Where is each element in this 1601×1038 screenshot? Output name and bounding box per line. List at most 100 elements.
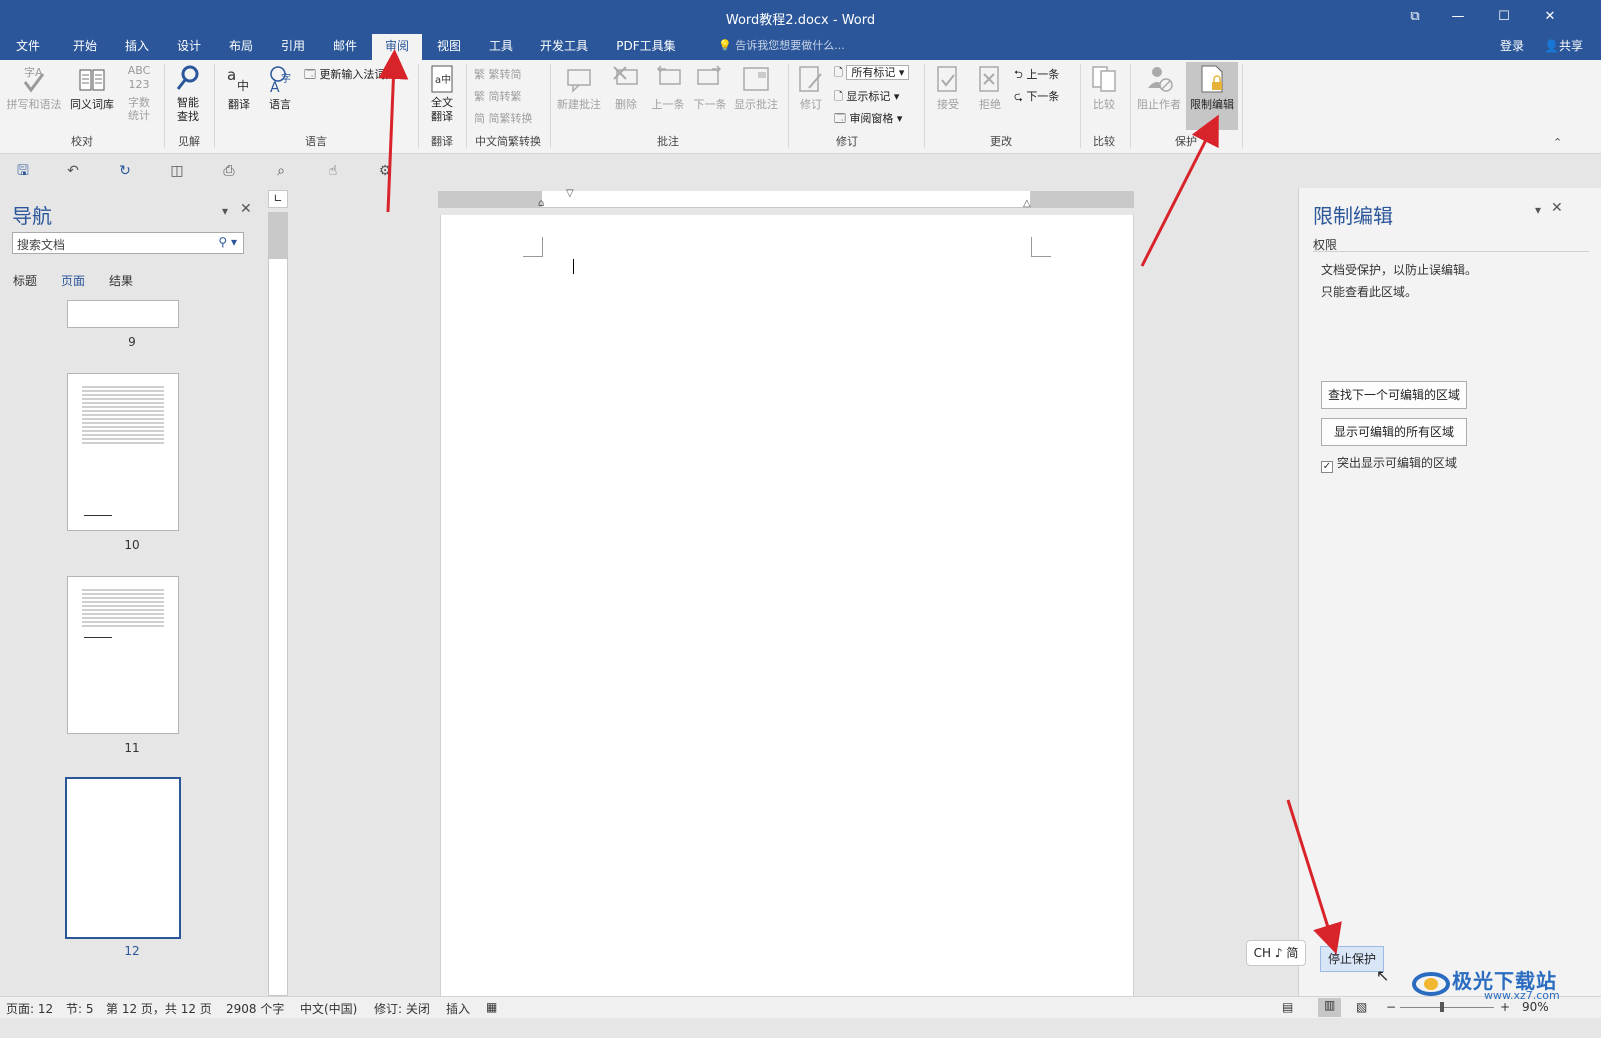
pane-options-icon[interactable]: ▾	[1535, 203, 1541, 217]
print-layout-view-icon[interactable]: ▥	[1318, 998, 1342, 1017]
traditional-to-simplified-button[interactable]: 繁 繁转简	[474, 66, 522, 82]
show-markup-button[interactable]: 🗋 显示标记 ▾	[834, 88, 899, 107]
tab-layout[interactable]: 布局	[218, 34, 264, 60]
page-thumbnail-9[interactable]	[67, 300, 179, 328]
stop-protection-button[interactable]: 停止保护	[1320, 946, 1384, 972]
search-icon[interactable]: ⚲ ▾	[218, 235, 237, 249]
nav-tab-headings[interactable]: 标题	[13, 272, 37, 289]
all-markup-value: 所有标记	[851, 66, 896, 79]
status-track-changes[interactable]: 修订: 关闭	[374, 1000, 430, 1017]
word-count-button[interactable]: ABC 123 字数统计	[120, 64, 158, 122]
nav-tab-results[interactable]: 结果	[109, 272, 133, 289]
login-link[interactable]: 登录	[1500, 34, 1524, 58]
share-button[interactable]: 👤共享	[1544, 34, 1583, 58]
next-comment-button[interactable]: 下一条	[690, 64, 730, 112]
simplified-to-traditional-button[interactable]: 繁 简转繁	[474, 88, 522, 104]
redo-icon[interactable]: ↻	[114, 160, 136, 182]
nav-options-icon[interactable]: ▾	[222, 204, 228, 218]
all-markup-select[interactable]: 所有标记 ▾	[846, 65, 910, 80]
pane-close-icon[interactable]: ✕	[1551, 200, 1563, 216]
spell-grammar-button[interactable]: 字A 拼写和语法	[4, 64, 64, 112]
previous-change-button[interactable]: ⮌ 上一条	[1014, 66, 1059, 85]
collapse-ribbon-icon[interactable]: ⌃	[1553, 136, 1562, 149]
save-icon[interactable]: 🖫	[12, 160, 34, 182]
status-word-count[interactable]: 2908 个字	[226, 1000, 284, 1017]
tell-me-box[interactable]: 💡 告诉我您想要做什么...	[718, 34, 845, 60]
show-all-editable-button[interactable]: 显示可编辑的所有区域	[1321, 418, 1467, 446]
track-changes-button[interactable]: 修订	[792, 64, 830, 112]
block-authors-button[interactable]: 阻止作者	[1134, 64, 1184, 112]
delete-comment-button[interactable]: 删除	[606, 64, 646, 112]
macro-record-icon[interactable]: ▦	[486, 1000, 497, 1014]
tab-review[interactable]: 审阅	[372, 34, 422, 60]
review-pane-button[interactable]: 🗔 审阅窗格 ▾	[834, 110, 902, 129]
accept-button[interactable]: 接受	[928, 64, 968, 112]
print-icon[interactable]: ⎙	[218, 160, 240, 182]
chinese-conversion-button[interactable]: 简 简繁转换	[474, 110, 533, 126]
nav-tab-pages[interactable]: 页面	[61, 272, 85, 289]
minimize-icon[interactable]: —	[1448, 7, 1468, 27]
reject-button[interactable]: 拒绝	[970, 64, 1010, 112]
new-comment-button[interactable]: 新建批注	[554, 64, 604, 112]
web-layout-view-icon[interactable]: ▧	[1356, 1000, 1367, 1014]
checkbox-checked-icon: ✓	[1321, 461, 1333, 473]
text-cursor	[573, 259, 574, 274]
tab-developer[interactable]: 开发工具	[530, 34, 598, 60]
touch-mode-icon[interactable]: ☝	[322, 160, 344, 182]
right-indent-icon[interactable]: △	[1023, 198, 1031, 209]
language-button[interactable]: A字 语言	[260, 64, 300, 112]
tab-references[interactable]: 引用	[270, 34, 316, 60]
search-document-input[interactable]: 搜索文档 ⚲ ▾	[12, 232, 244, 254]
full-translate-button[interactable]: a中 全文翻译	[422, 64, 462, 124]
status-page-count[interactable]: 第 12 页，共 12 页	[106, 1000, 212, 1017]
tab-view[interactable]: 视图	[426, 34, 472, 60]
group-separator	[214, 64, 215, 148]
tab-pdf-tools[interactable]: PDF工具集	[606, 34, 686, 60]
tab-file[interactable]: 文件	[6, 34, 50, 60]
status-page[interactable]: 页面: 12	[6, 1000, 53, 1017]
markup-view-dropdown[interactable]: 🗋 所有标记 ▾	[834, 64, 910, 83]
zoom-slider[interactable]	[1400, 1002, 1494, 1012]
smart-lookup-button[interactable]: 智能查找	[168, 64, 208, 124]
first-line-indent-icon[interactable]: ▽	[566, 188, 574, 199]
find-next-editable-button[interactable]: 查找下一个可编辑的区域	[1321, 381, 1467, 409]
group-label-protect: 保护	[1175, 135, 1197, 148]
highlight-editable-checkbox[interactable]: ✓ 突出显示可编辑的区域	[1321, 454, 1457, 473]
tab-mailings[interactable]: 邮件	[322, 34, 368, 60]
read-mode-view-icon[interactable]: ▤	[1282, 1000, 1293, 1014]
page-thumbnail-11[interactable]	[67, 576, 179, 734]
update-ime-dictionary-button[interactable]: 🗔 更新输入法词典	[304, 66, 396, 85]
status-section[interactable]: 节: 5	[66, 1000, 94, 1017]
undo-icon[interactable]: ↶	[62, 160, 84, 182]
page-thumbnail-12[interactable]	[65, 777, 181, 939]
document-page[interactable]	[440, 215, 1134, 1005]
show-comments-button[interactable]: 显示批注	[730, 64, 782, 112]
ribbon-display-icon[interactable]: ⧉	[1405, 7, 1425, 27]
zoom-out-icon[interactable]: −	[1386, 1000, 1396, 1014]
translate-button[interactable]: a中 翻译	[218, 64, 260, 112]
left-indent-icon[interactable]: ⌂	[538, 198, 544, 209]
print-preview-icon[interactable]: ⌕	[270, 160, 292, 182]
tab-tools[interactable]: 工具	[478, 34, 524, 60]
nav-close-icon[interactable]: ✕	[240, 201, 252, 217]
read-mode-icon[interactable]: ◫	[166, 160, 188, 182]
status-insert-mode[interactable]: 插入	[446, 1000, 470, 1017]
customize-qat-icon[interactable]: ⚙	[374, 160, 396, 182]
tab-design[interactable]: 设计	[166, 34, 212, 60]
previous-comment-button[interactable]: 上一条	[648, 64, 688, 112]
maximize-icon[interactable]: ☐	[1494, 7, 1514, 27]
tab-selector[interactable]: ∟	[268, 190, 288, 208]
page-thumbnail-10[interactable]	[67, 373, 179, 531]
status-language[interactable]: 中文(中国)	[300, 1000, 357, 1017]
zoom-slider-thumb[interactable]	[1440, 1002, 1444, 1012]
ime-indicator[interactable]: CH ♪ 简	[1246, 940, 1306, 966]
next-change-button[interactable]: ⮎ 下一条	[1014, 88, 1059, 107]
svg-text:a中: a中	[435, 73, 451, 86]
compare-button[interactable]: 比较	[1084, 64, 1124, 112]
thesaurus-button[interactable]: 同义词库	[66, 64, 118, 112]
tab-home[interactable]: 开始	[62, 34, 108, 60]
tab-insert[interactable]: 插入	[114, 34, 160, 60]
restrict-editing-button[interactable]: 限制编辑	[1186, 62, 1238, 130]
close-icon[interactable]: ✕	[1540, 7, 1560, 27]
margin-corner-mark	[523, 237, 543, 257]
